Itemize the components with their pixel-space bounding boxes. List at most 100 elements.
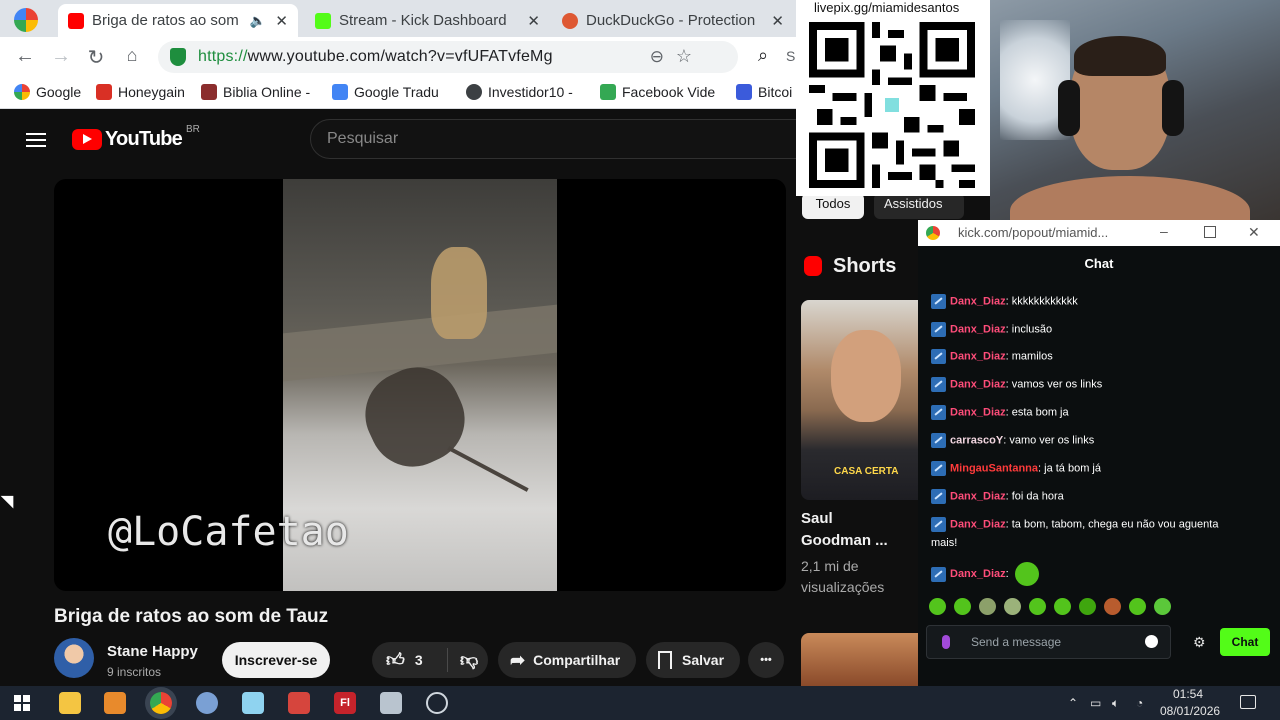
- short-thumbnail[interactable]: CASA CERTA: [801, 300, 918, 500]
- windows-start-icon[interactable]: [14, 695, 30, 711]
- next-short-thumbnail[interactable]: [801, 633, 918, 686]
- clock-date[interactable]: 08/01/2026: [1160, 704, 1220, 718]
- emote-icon[interactable]: [954, 598, 971, 615]
- emote-icon[interactable]: [1079, 598, 1096, 615]
- emote-icon[interactable]: [1054, 598, 1071, 615]
- thumbs-up-icon: 👍︎: [386, 650, 405, 670]
- channel-avatar[interactable]: [54, 638, 94, 678]
- translate-icon: [332, 84, 348, 100]
- channel-name[interactable]: Stane Happy: [107, 643, 198, 660]
- network-icon[interactable]: ◔: [1136, 696, 1143, 710]
- chat-message: carrascoY: vamo ver os links: [931, 433, 1094, 448]
- close-icon[interactable]: ✕: [275, 12, 288, 30]
- notification-icon[interactable]: [1240, 695, 1256, 709]
- close-icon[interactable]: ✕: [527, 12, 540, 30]
- maximize-icon[interactable]: [1204, 226, 1216, 238]
- fl-studio-icon[interactable]: Fl: [334, 692, 356, 714]
- youtube-favicon-icon: [68, 12, 84, 29]
- duckduckgo-favicon-icon: [562, 12, 578, 29]
- dislike-button[interactable]: 👎︎: [448, 649, 478, 671]
- audio-icon[interactable]: 🔈: [250, 13, 266, 29]
- chat-input[interactable]: Send a message: [926, 625, 1171, 659]
- emote-icon[interactable]: [1154, 598, 1171, 615]
- reload-icon[interactable]: ↻: [84, 45, 108, 70]
- browser-toolbar: ← → ↻ ⌂ https://www.youtube.com/watch?v=…: [0, 37, 800, 77]
- share-icon: ➦: [510, 649, 526, 670]
- chip-assistidos[interactable]: Assistidos: [874, 193, 964, 219]
- bookmark-biblia[interactable]: Biblia Online -: [201, 84, 310, 100]
- bookmark-investidor10[interactable]: Investidor10 -: [466, 84, 573, 100]
- short-title-line-2[interactable]: Goodman ...: [801, 532, 888, 549]
- subscribe-button[interactable]: Inscrever-se: [222, 642, 330, 678]
- browser-logo-icon[interactable]: [14, 8, 38, 32]
- webcam-hair: [1074, 36, 1166, 76]
- search-icon[interactable]: ⌕: [758, 45, 768, 66]
- chip-todos[interactable]: Todos: [802, 193, 864, 219]
- chat-message: Danx_Diaz: foi da hora: [931, 489, 1064, 504]
- obs-icon[interactable]: [426, 692, 448, 714]
- minimize-icon[interactable]: –: [1160, 223, 1168, 239]
- webcam-headphone-right: [1162, 80, 1184, 136]
- short-title-line-1[interactable]: Saul: [801, 510, 833, 527]
- chrome-taskbar-icon[interactable]: [150, 692, 172, 714]
- save-button[interactable]: Salvar: [646, 642, 740, 678]
- notepad-icon[interactable]: [242, 692, 264, 714]
- media-player-icon[interactable]: [104, 692, 126, 714]
- chat-send-button[interactable]: Chat: [1220, 628, 1270, 656]
- tab-duckduckgo[interactable]: DuckDuckGo - Protection ✕: [552, 4, 792, 37]
- search-input[interactable]: Pesquisar: [310, 119, 810, 159]
- app-window-icon[interactable]: [380, 692, 402, 714]
- close-icon[interactable]: ✕: [771, 12, 784, 30]
- home-icon[interactable]: ⌂: [120, 45, 144, 66]
- chat-message: MingauSantanna: ja tá bom já: [931, 461, 1101, 476]
- video-title: Briga de ratos ao som de Tauz: [54, 606, 329, 627]
- zoom-icon[interactable]: ⊖: [650, 47, 664, 67]
- paint-icon[interactable]: [196, 692, 218, 714]
- tab-kick[interactable]: Stream - Kick Dashboard ✕: [305, 4, 550, 37]
- chat-settings-icon[interactable]: ⚙: [1193, 634, 1206, 651]
- close-icon[interactable]: ✕: [1248, 224, 1260, 241]
- calculator-icon[interactable]: [288, 692, 310, 714]
- livepix-url: livepix.gg/miamidesantos: [814, 0, 960, 15]
- tray-chevron-icon[interactable]: ⌃: [1068, 696, 1078, 710]
- bookmark-honeygain[interactable]: Honeygain: [96, 84, 185, 100]
- bookmark-star-icon[interactable]: ☆: [676, 46, 692, 67]
- emote-icon[interactable]: [1029, 598, 1046, 615]
- emote-icon[interactable]: [1129, 598, 1146, 615]
- emoji-picker-icon[interactable]: [1145, 635, 1158, 648]
- bookmark-google[interactable]: Google: [14, 84, 81, 100]
- emote-icon[interactable]: [929, 598, 946, 615]
- youtube-logo-text: YouTube: [105, 128, 183, 150]
- bookmark-bitcoin[interactable]: Bitcoi: [736, 84, 792, 100]
- back-icon[interactable]: ←: [13, 45, 37, 68]
- bookmarks-bar: Google Honeygain Biblia Online - Google …: [0, 77, 800, 109]
- volume-icon[interactable]: 🔈︎: [1112, 696, 1119, 711]
- clock-time[interactable]: 01:54: [1173, 687, 1203, 701]
- search-box-partial[interactable]: S: [786, 48, 795, 64]
- webcam-overlay: [990, 0, 1280, 220]
- emote-icon[interactable]: [979, 598, 996, 615]
- tab-youtube[interactable]: Briga de ratos ao som 🔈 ✕: [58, 4, 298, 37]
- secure-shield-icon[interactable]: [170, 48, 186, 66]
- emote-icon[interactable]: [1004, 598, 1021, 615]
- battery-icon[interactable]: ▭: [1090, 696, 1101, 710]
- file-explorer-icon[interactable]: [59, 692, 81, 714]
- emote-icon[interactable]: [1104, 598, 1121, 615]
- youtube-logo[interactable]: YouTube BR: [72, 124, 200, 151]
- microphone-icon[interactable]: [942, 635, 950, 649]
- short-views-line-2: visualizações: [801, 579, 885, 595]
- share-button[interactable]: ➦ Compartilhar: [498, 642, 636, 678]
- like-dislike-group: 👍︎ 3 👎︎: [372, 642, 488, 678]
- chat-header: Chat: [1084, 256, 1114, 271]
- like-button[interactable]: 👍︎ 3: [372, 648, 448, 672]
- facebook-video-icon: [600, 84, 616, 100]
- forward-icon[interactable]: →: [49, 45, 73, 68]
- chat-message-wrap: mais!: [931, 537, 958, 549]
- bookmark-facebook-video[interactable]: Facebook Vide: [600, 84, 715, 100]
- address-bar[interactable]: https://www.youtube.com/watch?v=vfUFATvf…: [158, 41, 738, 73]
- more-actions-button[interactable]: •••: [748, 642, 784, 678]
- menu-icon[interactable]: [26, 129, 46, 151]
- bookmark-google-tradutor[interactable]: Google Tradu: [332, 84, 439, 100]
- popout-title-bar: kick.com/popout/miamid... – ✕: [918, 220, 1280, 246]
- video-player[interactable]: @LoCafetao: [54, 179, 786, 591]
